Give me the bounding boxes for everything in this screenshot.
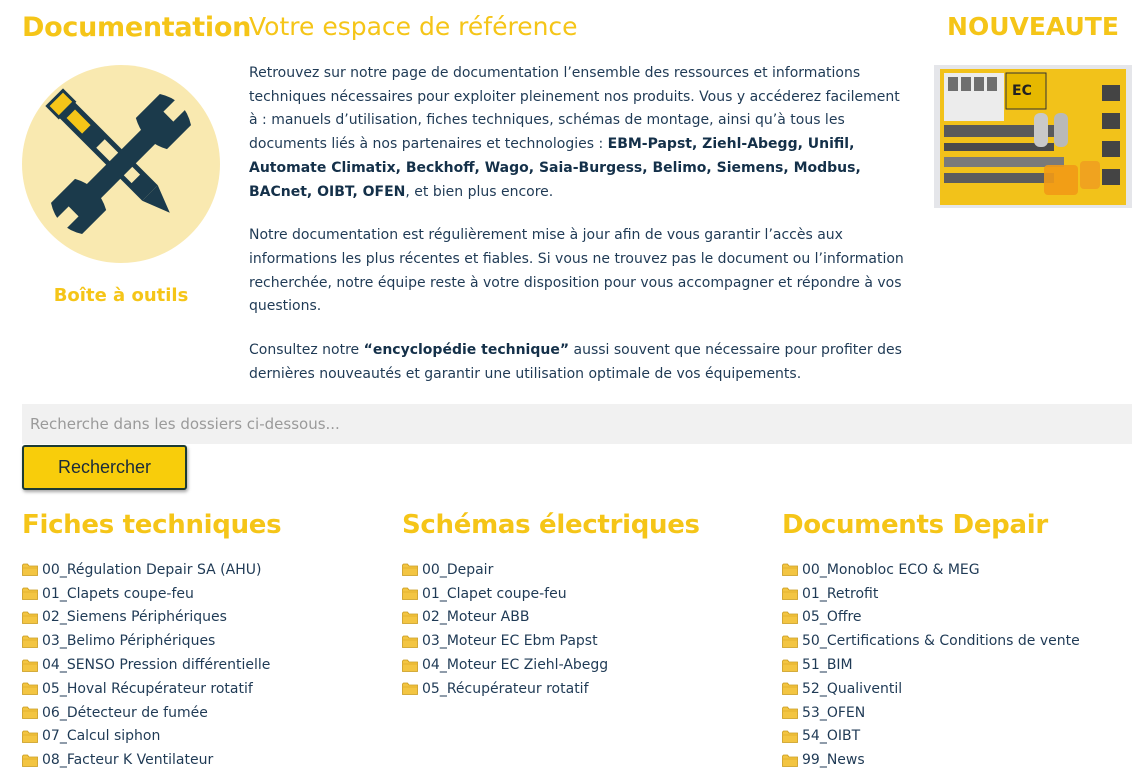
folder-item[interactable]: 53_OFEN bbox=[782, 701, 1138, 725]
folder-icon bbox=[22, 635, 38, 648]
column-documents-depair: Documents Depair 00_Monobloc ECO & MEG 01… bbox=[782, 510, 1138, 772]
folder-item[interactable]: 01_Clapet coupe-feu bbox=[402, 582, 762, 606]
folder-item[interactable]: 01_Retrofit bbox=[782, 582, 1138, 606]
folder-label: 00_Monobloc ECO & MEG bbox=[802, 561, 980, 578]
search-input[interactable] bbox=[22, 404, 1132, 444]
folder-icon bbox=[402, 682, 418, 696]
intro-p3-start: Consultez notre bbox=[249, 342, 364, 359]
folder-item[interactable]: 00_Monobloc ECO & MEG bbox=[782, 558, 1138, 582]
folder-item[interactable]: 00_Depair bbox=[402, 558, 762, 582]
folder-item[interactable]: 50_Certifications & Conditions de vente bbox=[782, 629, 1138, 653]
folder-label: 01_Retrofit bbox=[802, 585, 879, 602]
toolbox-label[interactable]: Boîte à outils bbox=[22, 285, 220, 306]
product-label: EC bbox=[1012, 83, 1032, 99]
folder-icon bbox=[22, 706, 38, 720]
folder-label: 00_Depair bbox=[422, 561, 494, 578]
folder-label: 01_Clapet coupe-feu bbox=[422, 585, 567, 602]
folder-label: 54_OIBT bbox=[802, 728, 861, 745]
folder-label: 52_Qualiventil bbox=[802, 680, 903, 697]
encyclopedia-link[interactable]: “encyclopédie technique” bbox=[364, 342, 569, 358]
folder-item[interactable]: 05_Hoval Récupérateur rotatif bbox=[22, 677, 382, 701]
folder-icon bbox=[782, 659, 798, 672]
folder-item[interactable]: 07_Calcul siphon bbox=[22, 725, 382, 749]
folder-label: 51_BIM bbox=[802, 657, 853, 674]
intro-text: Retrouvez sur notre page de documentatio… bbox=[249, 62, 904, 406]
controller-board-image: EC bbox=[934, 65, 1132, 208]
folder-icon bbox=[22, 611, 38, 624]
folder-icon bbox=[782, 682, 798, 696]
folder-icon bbox=[782, 635, 798, 648]
folder-label: 05_Récupérateur rotatif bbox=[422, 680, 589, 697]
folder-label: 03_Moteur EC Ebm Papst bbox=[422, 633, 598, 650]
folder-icon bbox=[782, 563, 798, 577]
column-title: Schémas électriques bbox=[402, 510, 700, 540]
folder-label: 00_Régulation Depair SA (AHU) bbox=[42, 561, 262, 578]
folder-label: 03_Belimo Périphériques bbox=[42, 633, 216, 650]
folder-icon bbox=[782, 611, 798, 624]
folder-icon bbox=[22, 563, 38, 577]
search-button[interactable]: Rechercher bbox=[22, 445, 187, 490]
folder-item[interactable]: 00_Régulation Depair SA (AHU) bbox=[22, 558, 382, 582]
folder-icon bbox=[402, 659, 418, 672]
wrench-pencil-icon bbox=[45, 88, 192, 235]
folder-item[interactable]: 03_Belimo Périphériques bbox=[22, 629, 382, 653]
folder-label: 99_News bbox=[802, 752, 865, 769]
folder-icon bbox=[782, 706, 798, 720]
folder-icon bbox=[402, 611, 418, 624]
documentation-title: Documentation bbox=[22, 12, 252, 43]
folder-icon bbox=[22, 754, 38, 767]
folder-item[interactable]: 54_OIBT bbox=[782, 725, 1138, 749]
folder-icon bbox=[22, 587, 38, 601]
folder-icon bbox=[402, 587, 418, 601]
folder-label: 08_Facteur K Ventilateur bbox=[42, 752, 214, 769]
folder-label: 50_Certifications & Conditions de vente bbox=[802, 633, 1080, 650]
folder-item[interactable]: 02_Siemens Périphériques bbox=[22, 606, 382, 630]
folder-item[interactable]: 08_Facteur K Ventilateur bbox=[22, 748, 382, 772]
folder-item[interactable]: 05_Récupérateur rotatif bbox=[402, 677, 762, 701]
folder-item[interactable]: 04_SENSO Pression différentielle bbox=[22, 653, 382, 677]
folder-label: 02_Siemens Périphériques bbox=[42, 609, 227, 626]
folder-label: 53_OFEN bbox=[802, 704, 866, 721]
product-image[interactable]: EC bbox=[934, 65, 1132, 208]
folder-item[interactable]: 99_News bbox=[782, 748, 1138, 772]
column-fiches-techniques: Fiches techniques 00_Régulation Depair S… bbox=[22, 510, 382, 772]
folder-label: 07_Calcul siphon bbox=[42, 728, 161, 745]
folder-item[interactable]: 01_Clapets coupe-feu bbox=[22, 582, 382, 606]
folder-item[interactable]: 02_Moteur ABB bbox=[402, 606, 762, 630]
folder-label: 05_Offre bbox=[802, 609, 862, 626]
folder-icon bbox=[782, 754, 798, 767]
folder-icon bbox=[782, 730, 798, 743]
folder-icon bbox=[402, 563, 418, 577]
folder-item[interactable]: 03_Moteur EC Ebm Papst bbox=[402, 629, 762, 653]
folder-icon bbox=[22, 730, 38, 743]
folder-label: 04_Moteur EC Ziehl-Abegg bbox=[422, 657, 609, 674]
folder-item[interactable]: 06_Détecteur de fumée bbox=[22, 701, 382, 725]
folder-label: 01_Clapets coupe-feu bbox=[42, 585, 194, 602]
column-title: Documents Depair bbox=[782, 510, 1048, 540]
folder-label: 04_SENSO Pression différentielle bbox=[42, 657, 271, 674]
folder-item[interactable]: 52_Qualiventil bbox=[782, 677, 1138, 701]
intro-paragraph-1: Retrouvez sur notre page de documentatio… bbox=[249, 62, 904, 204]
column-title: Fiches techniques bbox=[22, 510, 282, 540]
folder-list: 00_Régulation Depair SA (AHU) 01_Clapets … bbox=[22, 558, 382, 772]
folder-label: 05_Hoval Récupérateur rotatif bbox=[42, 680, 253, 697]
folder-icon bbox=[22, 682, 38, 696]
folder-item[interactable]: 05_Offre bbox=[782, 606, 1138, 630]
news-title: NOUVEAUTE bbox=[947, 12, 1119, 41]
column-schemas-electriques: Schémas électriques 00_Depair 01_Clapet c… bbox=[402, 510, 762, 701]
folder-icon bbox=[402, 635, 418, 648]
intro-p1-end: , et bien plus encore. bbox=[405, 183, 554, 200]
folder-item[interactable]: 04_Moteur EC Ziehl-Abegg bbox=[402, 653, 762, 677]
intro-paragraph-2: Notre documentation est régulièrement mi… bbox=[249, 227, 904, 315]
folder-list: 00_Depair 01_Clapet coupe-feu 02_Moteur AB… bbox=[402, 558, 762, 701]
folder-label: 02_Moteur ABB bbox=[422, 609, 530, 626]
folder-label: 06_Détecteur de fumée bbox=[42, 704, 208, 721]
folder-icon bbox=[22, 659, 38, 672]
folder-list: 00_Monobloc ECO & MEG 01_Retrofit 05_Offre… bbox=[782, 558, 1138, 772]
intro-paragraph-3: Consultez notre “encyclopédie technique”… bbox=[249, 339, 904, 386]
folder-item[interactable]: 51_BIM bbox=[782, 653, 1138, 677]
folder-icon bbox=[782, 587, 798, 601]
toolbox-icon[interactable] bbox=[22, 65, 220, 263]
section-subtitle: Votre espace de référence bbox=[249, 12, 578, 41]
